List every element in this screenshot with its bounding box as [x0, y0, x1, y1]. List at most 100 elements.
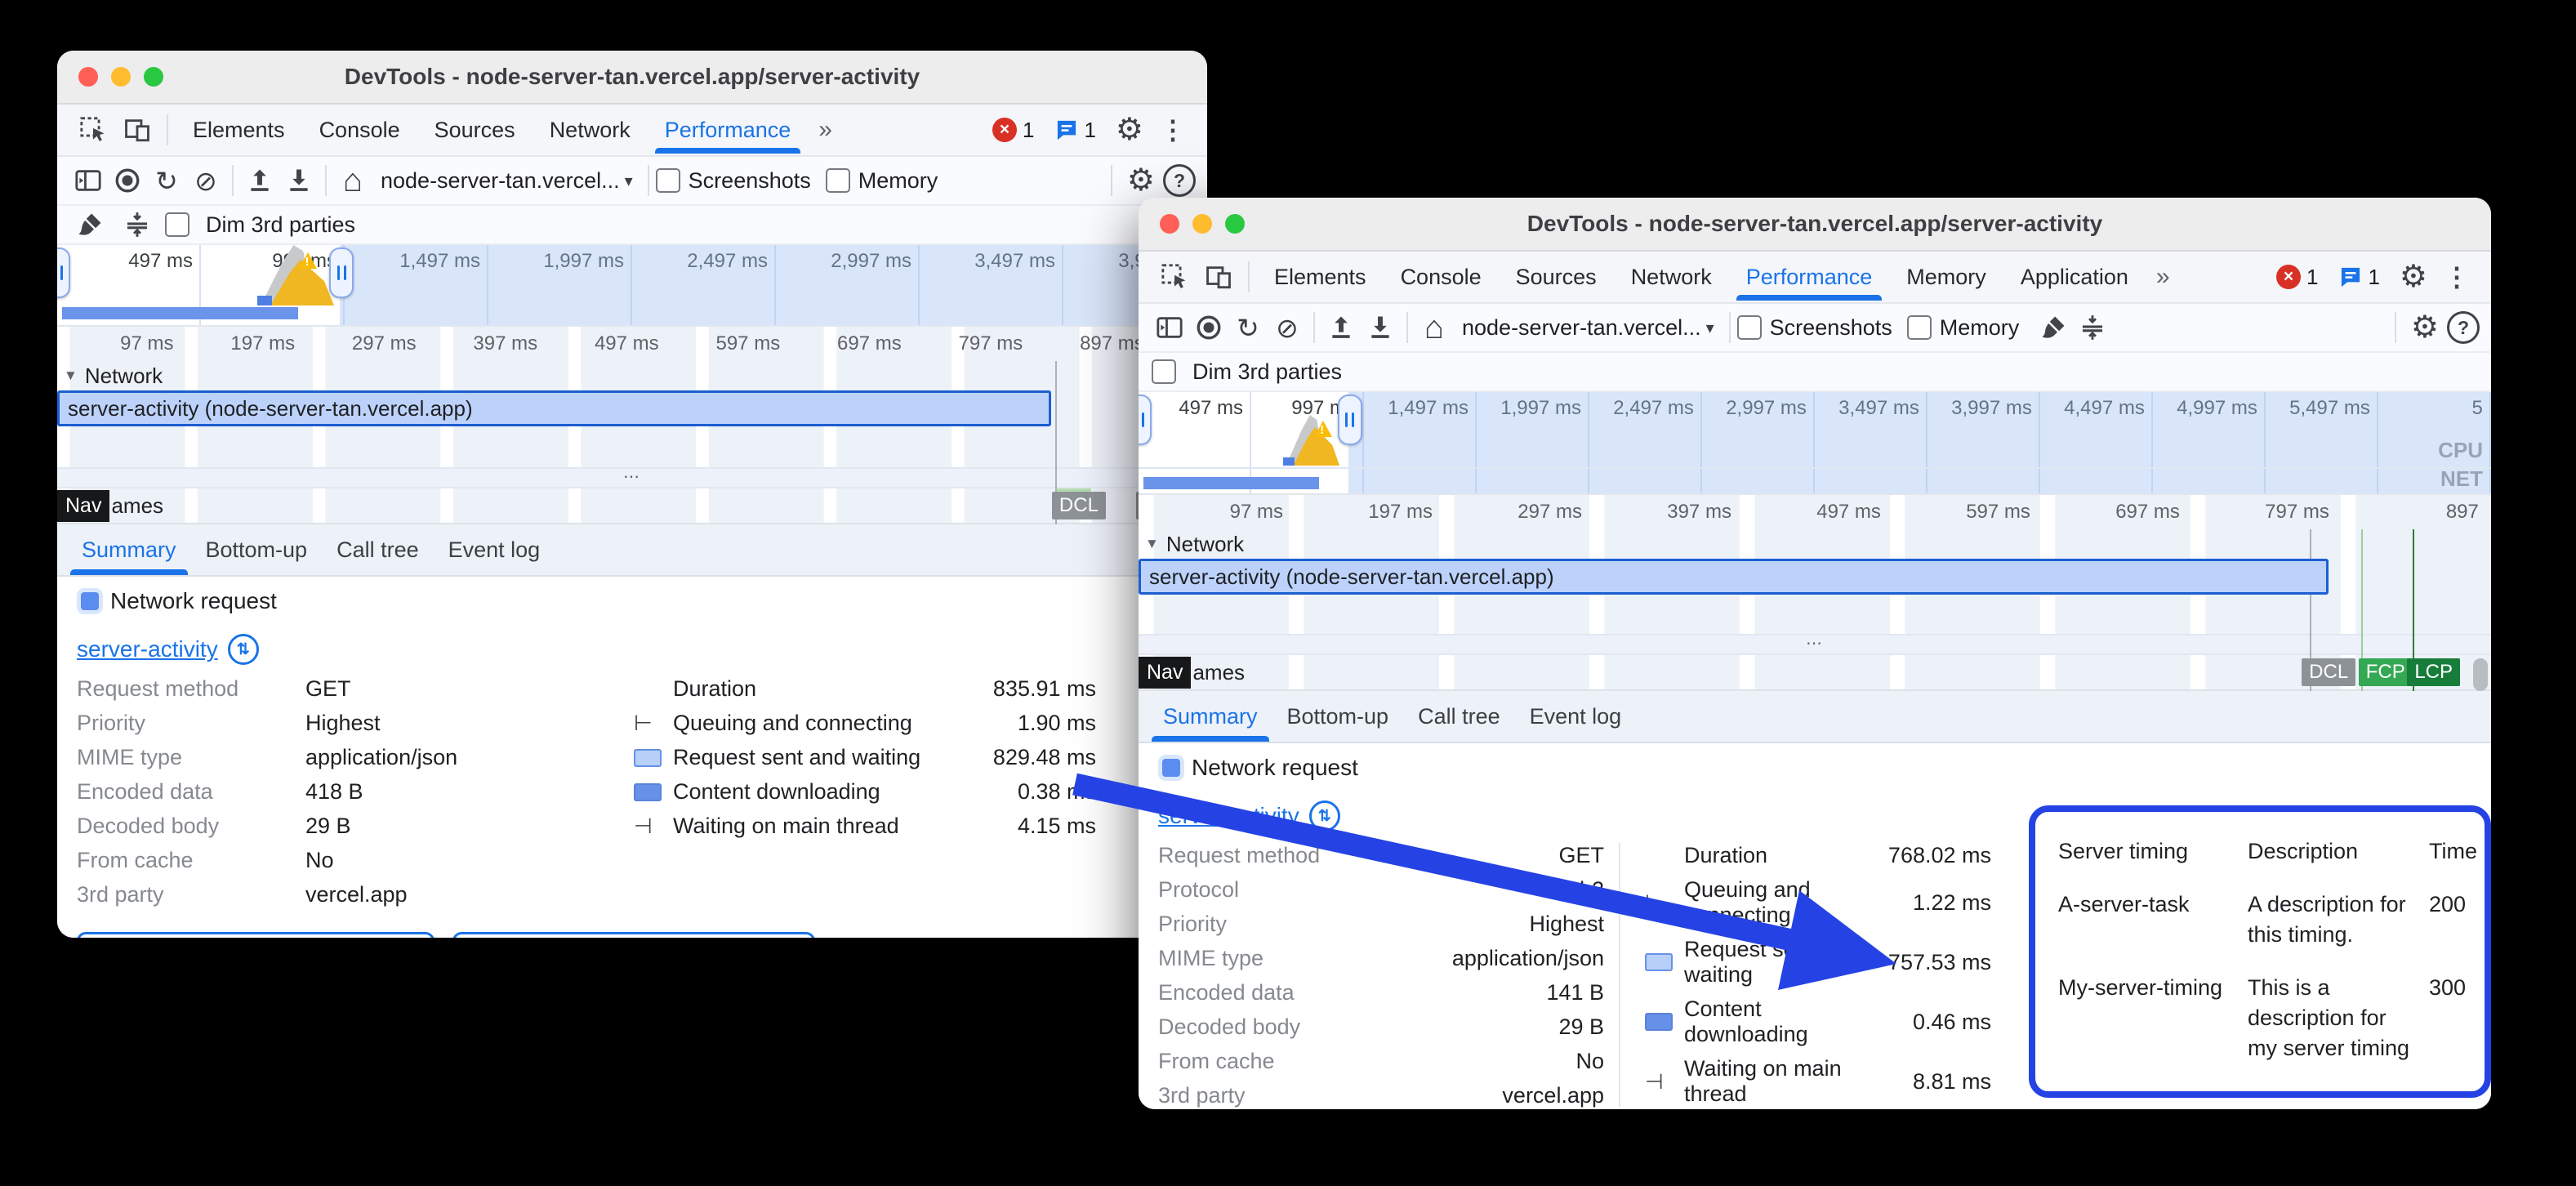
- settings-gear-icon[interactable]: ⚙: [2391, 261, 2436, 292]
- duration-breakdown: Duration835.91 ms ⊢Queuing and connectin…: [634, 676, 1096, 839]
- record-icon[interactable]: [108, 161, 147, 200]
- tab-console[interactable]: Console: [1384, 253, 1498, 301]
- help-icon[interactable]: ?: [1163, 164, 1196, 197]
- request-details: Request methodGET PriorityHighest MIME t…: [77, 676, 583, 907]
- more-tabs-button[interactable]: »: [809, 116, 842, 144]
- home-icon[interactable]: ⌂: [1415, 308, 1454, 347]
- insight-chip[interactable]: Insight Document request latency: [452, 932, 815, 938]
- save-profile-icon[interactable]: [1361, 308, 1400, 347]
- tab-sources[interactable]: Sources: [1500, 253, 1613, 301]
- divider: [167, 114, 168, 145]
- errors-badge[interactable]: × 1: [992, 118, 1034, 143]
- compress-view-icon[interactable]: [2073, 308, 2112, 347]
- overview-right-handle[interactable]: [329, 247, 354, 298]
- devtools-tab-bar: Elements Console Sources Network Perform…: [1139, 252, 2491, 304]
- collapsed-tracks-row[interactable]: ⋯: [57, 467, 1207, 488]
- overflow-menu-icon[interactable]: ⋮: [2437, 261, 2476, 292]
- tab-bottom-up[interactable]: Bottom-up: [198, 524, 316, 575]
- errors-badge[interactable]: × 1: [2276, 265, 2318, 290]
- network-track-header[interactable]: ▼ Network: [57, 361, 1207, 390]
- screenshots-checkbox[interactable]: [1737, 315, 1762, 340]
- window-titlebar[interactable]: DevTools - node-server-tan.vercel.app/se…: [1139, 198, 2491, 252]
- overview-left-handle[interactable]: [57, 247, 70, 298]
- memory-checkbox[interactable]: [826, 168, 850, 193]
- overview-left-handle[interactable]: [1139, 395, 1152, 445]
- table-cell: A description for this timing.: [2248, 890, 2421, 950]
- issues-icon: [1055, 118, 1078, 141]
- tab-network[interactable]: Network: [533, 106, 647, 154]
- inspect-element-icon[interactable]: [1153, 254, 1196, 300]
- collect-garbage-icon[interactable]: [70, 205, 109, 244]
- toggle-sidebar-icon[interactable]: [69, 161, 108, 200]
- device-toolbar-icon[interactable]: [116, 107, 158, 153]
- tab-application[interactable]: Application: [2004, 253, 2145, 301]
- queuing-whisker-icon: ⊢: [1645, 890, 1684, 916]
- screenshots-checkbox[interactable]: [656, 168, 680, 193]
- tab-network[interactable]: Network: [1615, 253, 1728, 301]
- reveal-in-network-icon[interactable]: ⇅: [1309, 800, 1340, 832]
- tab-call-tree[interactable]: Call tree: [1410, 691, 1509, 742]
- column-header: Server timing: [2058, 836, 2240, 867]
- more-tabs-button[interactable]: »: [2146, 263, 2180, 291]
- load-profile-icon[interactable]: [240, 161, 279, 200]
- dim-3rd-parties-checkbox[interactable]: [1152, 359, 1176, 384]
- window-title: DevTools - node-server-tan.vercel.app/se…: [1139, 211, 2491, 237]
- tab-performance[interactable]: Performance: [1730, 253, 1889, 301]
- tab-sources[interactable]: Sources: [418, 106, 532, 154]
- reload-and-record-icon[interactable]: ↻: [147, 161, 186, 200]
- settings-gear-icon[interactable]: ⚙: [1108, 114, 1152, 145]
- reveal-in-network-icon[interactable]: ⇅: [228, 634, 259, 665]
- scrollbar-thumb[interactable]: [2473, 658, 2488, 691]
- dim-3rd-parties-checkbox[interactable]: [165, 212, 189, 237]
- downloading-swatch: [634, 783, 662, 801]
- toggle-sidebar-icon[interactable]: [1150, 308, 1189, 347]
- tab-elements[interactable]: Elements: [176, 106, 301, 154]
- tab-performance[interactable]: Performance: [648, 106, 808, 154]
- load-profile-icon[interactable]: [1321, 308, 1361, 347]
- help-icon[interactable]: ?: [2447, 311, 2480, 344]
- screenshots-label: Screenshots: [689, 168, 811, 194]
- capture-settings-gear-icon[interactable]: ⚙: [2403, 312, 2447, 343]
- inspect-element-icon[interactable]: [72, 107, 114, 153]
- clear-icon[interactable]: ⊘: [186, 161, 225, 200]
- issues-badge[interactable]: 1: [1055, 118, 1095, 143]
- error-count: 1: [2306, 265, 2318, 290]
- overview-right-handle[interactable]: [1338, 395, 1362, 445]
- page-select[interactable]: node-server-tan.vercel...: [381, 168, 620, 194]
- network-request-bar[interactable]: server-activity (node-server-tan.vercel.…: [1139, 559, 2329, 595]
- request-link[interactable]: server-activity: [77, 636, 218, 662]
- tab-call-tree[interactable]: Call tree: [328, 524, 427, 575]
- timeline-overview[interactable]: 497 ms 997 ms 1,497 ms 1,997 ms 2,497 ms…: [1139, 392, 2491, 495]
- tab-summary[interactable]: Summary: [1155, 691, 1266, 742]
- desktop: DevTools - node-server-tan.vercel.app/se…: [0, 0, 2576, 1186]
- reload-and-record-icon[interactable]: ↻: [1228, 308, 1268, 347]
- tab-event-log[interactable]: Event log: [1522, 691, 1630, 742]
- device-toolbar-icon[interactable]: [1197, 254, 1240, 300]
- tab-summary[interactable]: Summary: [74, 524, 185, 575]
- network-request-bar[interactable]: server-activity (node-server-tan.vercel.…: [57, 390, 1051, 426]
- insight-chip[interactable]: Insight Network dependency tree: [77, 932, 435, 938]
- page-select[interactable]: node-server-tan.vercel...: [1462, 315, 1701, 341]
- tab-memory[interactable]: Memory: [1890, 253, 2003, 301]
- tab-bottom-up[interactable]: Bottom-up: [1279, 691, 1397, 742]
- network-track-header[interactable]: ▼ Network: [1139, 529, 2491, 559]
- clear-icon[interactable]: ⊘: [1268, 308, 1307, 347]
- issues-badge[interactable]: 1: [2339, 265, 2379, 290]
- summary-heading: Network request: [1192, 755, 1358, 781]
- compress-view-icon[interactable]: [118, 205, 157, 244]
- request-link[interactable]: server-activity: [1158, 803, 1299, 829]
- timeline-overview[interactable]: 497 ms 997 ms 1,497 ms 1,997 ms 2,497 ms…: [57, 245, 1207, 327]
- window-titlebar[interactable]: DevTools - node-server-tan.vercel.app/se…: [57, 51, 1207, 105]
- save-profile-icon[interactable]: [279, 161, 319, 200]
- memory-checkbox[interactable]: [1907, 315, 1932, 340]
- collapsed-tracks-row[interactable]: ⋯: [1139, 634, 2491, 655]
- capture-settings-gear-icon[interactable]: ⚙: [1119, 165, 1163, 196]
- tab-console[interactable]: Console: [303, 106, 417, 154]
- overflow-menu-icon[interactable]: ⋮: [1153, 114, 1192, 145]
- record-icon[interactable]: [1189, 308, 1228, 347]
- collect-garbage-icon[interactable]: [2034, 308, 2073, 347]
- summary-heading: Network request: [110, 588, 277, 614]
- tab-event-log[interactable]: Event log: [440, 524, 549, 575]
- home-icon[interactable]: ⌂: [333, 161, 372, 200]
- tab-elements[interactable]: Elements: [1258, 253, 1383, 301]
